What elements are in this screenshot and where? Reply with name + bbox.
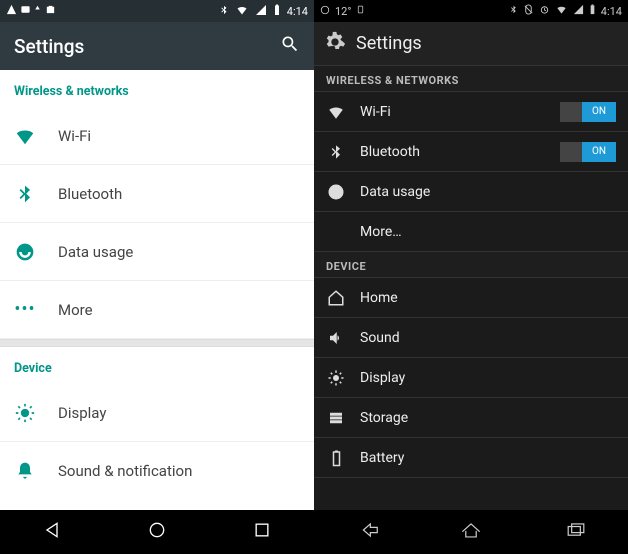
row-battery[interactable]: Battery [314,438,628,478]
row-data-usage[interactable]: Data usage [314,172,628,212]
row-label: Home [360,290,616,306]
wifi-icon [326,102,346,122]
data-usage-icon [14,241,36,263]
data-usage-icon [326,182,346,202]
row-label: Data usage [360,184,616,200]
battery-icon [273,4,281,19]
battery-icon [326,448,346,468]
row-more[interactable]: ••• More [0,281,314,339]
display-icon [326,368,346,388]
row-sound[interactable]: Sound & notification [0,442,314,500]
status-icon [320,5,330,18]
status-bar: 4:14 [0,0,314,22]
row-label: Bluetooth [360,144,546,160]
sound-icon [326,328,346,348]
toggle-state: ON [582,102,616,122]
bluetooth-toggle[interactable]: ON [560,142,616,162]
nav-bar [314,510,628,554]
status-time: 4:14 [601,5,622,18]
row-label: More [58,301,93,319]
row-more[interactable]: More… [314,212,628,252]
wifi-icon [235,4,249,19]
section-header-device: DEVICE [314,252,628,278]
wifi-icon [555,4,568,18]
signal-icon [255,4,267,19]
section-divider [0,339,314,347]
more-icon: ••• [14,299,36,321]
wifi-toggle[interactable]: ON [560,102,616,122]
home-icon [326,288,346,308]
row-label: Wi-Fi [58,127,91,145]
row-label: Bluetooth [58,185,122,203]
row-display[interactable]: Display [314,358,628,398]
bluetooth-icon [219,4,229,19]
vibrate-icon [523,4,534,18]
section-header-wireless: WIRELESS & NETWORKS [314,66,628,92]
row-data-usage[interactable]: Data usage [0,223,314,281]
status-icons-left [6,4,56,18]
display-icon [14,402,36,424]
row-wifi[interactable]: Wi-Fi ON [314,92,628,132]
app-title: Settings [356,33,422,54]
nav-recents-icon[interactable] [563,521,589,543]
phone-kitkat: 12° 4:14 Settings WIRELESS & NETWORKS Wi… [314,0,628,554]
row-label: Data usage [58,243,133,261]
wifi-icon [14,125,36,147]
bluetooth-icon [509,4,518,18]
row-label: Display [58,404,106,422]
row-display[interactable]: Display [0,384,314,442]
gear-icon [324,31,346,57]
search-icon[interactable] [280,34,300,58]
section-header-wireless: Wireless & networks [0,70,314,107]
row-sound[interactable]: Sound [314,318,628,358]
row-wifi[interactable]: Wi-Fi [0,107,314,165]
toggle-state: ON [582,142,616,162]
row-bluetooth[interactable]: Bluetooth ON [314,132,628,172]
status-icon [356,4,365,18]
nav-bar [0,510,314,554]
bluetooth-icon [14,183,36,205]
row-label: Wi-Fi [360,104,546,120]
row-label: Sound & notification [58,462,192,480]
status-bar: 12° 4:14 [314,0,628,22]
phone-android-l: 4:14 Settings Wireless & networks Wi-Fi … [0,0,314,554]
row-label: Display [360,370,616,386]
alarm-icon [539,4,550,18]
nav-home-icon[interactable] [147,520,167,544]
storage-icon [326,408,346,428]
row-bluetooth[interactable]: Bluetooth [0,165,314,223]
settings-list: Wireless & networks Wi-Fi Bluetooth Data… [0,70,314,510]
bell-icon [14,460,36,482]
signal-icon [573,4,584,18]
nav-recents-icon[interactable] [252,520,272,544]
section-header-device: Device [0,347,314,384]
row-home[interactable]: Home [314,278,628,318]
app-title: Settings [14,35,280,58]
settings-list: WIRELESS & NETWORKS Wi-Fi ON Bluetooth O… [314,66,628,510]
bluetooth-icon [326,142,346,162]
battery-icon [589,4,596,18]
nav-back-icon[interactable] [42,520,62,544]
row-label: Sound [360,330,616,346]
row-label: Battery [360,450,616,466]
row-storage[interactable]: Storage [314,398,628,438]
row-label: Storage [360,410,616,426]
app-bar: Settings [0,22,314,70]
spacer-icon [326,222,346,242]
app-bar: Settings [314,22,628,66]
nav-home-icon[interactable] [458,521,484,543]
nav-back-icon[interactable] [353,521,379,543]
status-temp: 12° [335,5,351,18]
row-label: More… [360,224,616,240]
status-time: 4:14 [287,5,308,18]
